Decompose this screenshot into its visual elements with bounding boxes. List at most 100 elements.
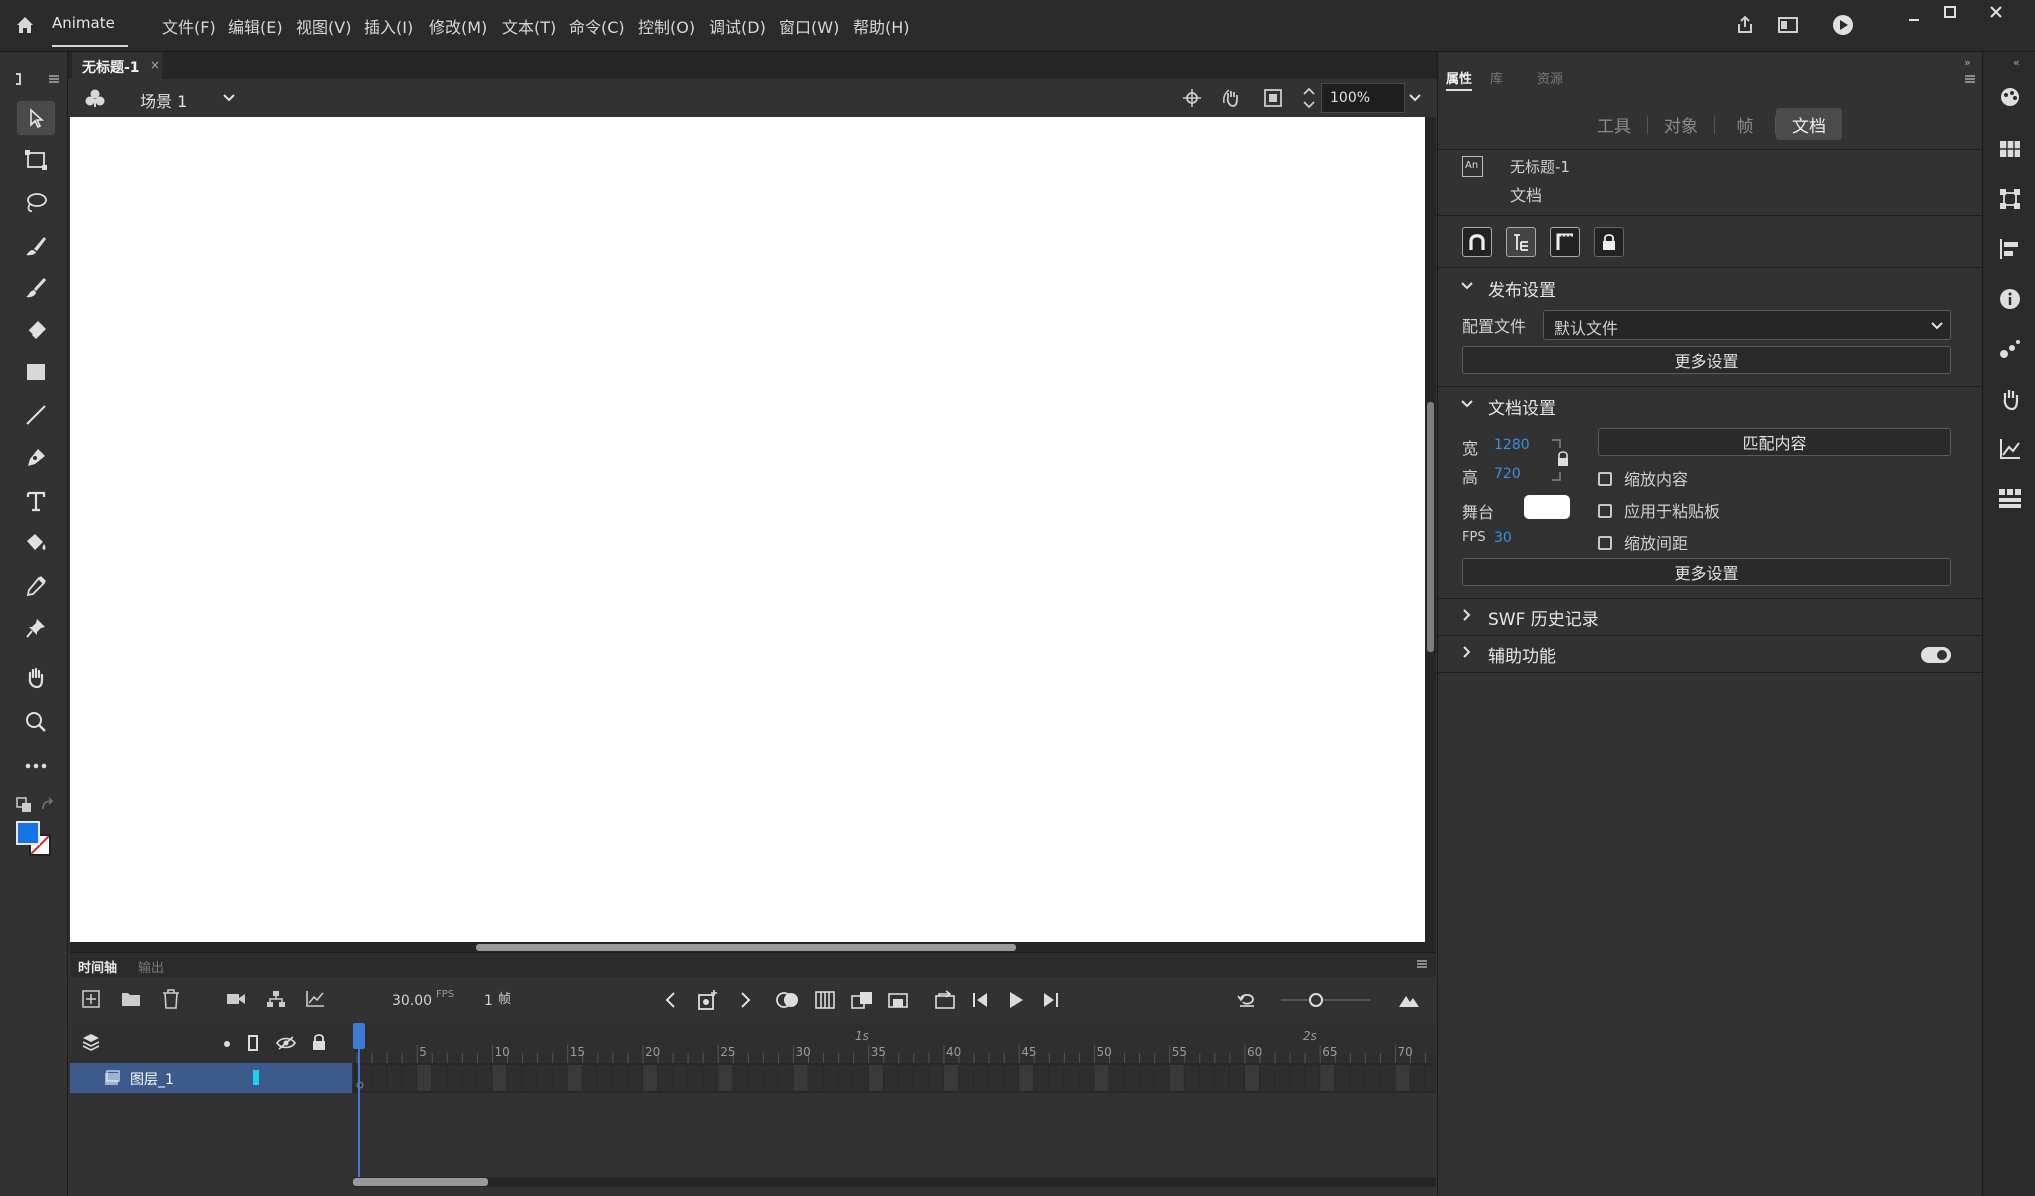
frame-cell[interactable] [1169,1065,1184,1091]
scale-spacing-checkbox[interactable] [1598,536,1612,550]
frame-cell[interactable] [462,1065,477,1091]
frame-cell[interactable] [658,1065,673,1091]
frame-cell[interactable] [1049,1065,1064,1091]
components-panel-icon[interactable] [1997,486,2023,512]
reset-zoom-icon[interactable] [1237,991,1257,1009]
frame-cell[interactable] [1425,1065,1436,1091]
segment-object[interactable]: 对象 [1648,108,1714,140]
frame-cell[interactable] [642,1065,657,1091]
layer-row[interactable]: 图层_1 [70,1063,352,1093]
menu-text[interactable]: 文本(T) [502,14,556,38]
snap-toggle[interactable] [1462,227,1492,257]
frame-cell[interactable] [883,1065,898,1091]
scale-content-checkbox[interactable] [1598,472,1612,486]
accessibility-toggle[interactable] [1921,647,1951,663]
frame-grid[interactable] [353,1063,1436,1093]
zoom-tool[interactable] [17,705,55,739]
line-tool[interactable] [17,398,55,432]
app-name-tab[interactable]: Animate [52,14,115,32]
home-icon[interactable] [14,14,36,36]
frame-cell[interactable] [612,1065,627,1091]
menu-window[interactable]: 窗口(W) [779,14,839,38]
stroke-color-swatch[interactable] [16,821,40,845]
rulers-toggle[interactable] [1550,227,1580,257]
frame-cell[interactable] [1124,1065,1139,1091]
menu-debug[interactable]: 调试(D) [709,14,766,38]
menu-help[interactable]: 帮助(H) [853,14,910,38]
guides-toggle[interactable] [1506,227,1536,257]
doc-settings-collapse-chevron-icon[interactable] [1460,397,1474,411]
frame-cell[interactable] [507,1065,522,1091]
frame-cell[interactable] [1350,1065,1365,1091]
frame-cell[interactable] [793,1065,808,1091]
stage-horizontal-scroll-thumb[interactable] [476,944,1016,951]
swatches-panel-icon[interactable] [1997,136,2023,162]
tab-assets[interactable]: 资源 [1537,68,1563,87]
lock-all-icon[interactable] [312,1033,326,1051]
rotate-stage-icon[interactable] [1221,87,1243,109]
swap-colors-icon[interactable] [40,797,56,813]
frame-cell[interactable] [1320,1065,1335,1091]
lasso-tool[interactable] [17,186,55,220]
menu-control[interactable]: 控制(O) [638,14,695,38]
frame-cell[interactable] [1034,1065,1049,1091]
share-icon[interactable] [1735,15,1755,35]
link-dimensions-icon[interactable] [1550,438,1570,482]
publish-collapse-chevron-icon[interactable] [1460,279,1474,293]
frame-cell[interactable] [838,1065,853,1091]
tab-output[interactable]: 输出 [138,957,164,976]
frame-cell[interactable] [432,1065,447,1091]
frame-cell[interactable] [402,1065,417,1091]
segment-tool[interactable]: 工具 [1581,108,1647,140]
stage-vertical-scroll-thumb[interactable] [1427,402,1434,652]
zoom-dropdown-icon[interactable] [1407,90,1423,106]
frame-cell[interactable] [1335,1065,1350,1091]
timeline-menu-icon[interactable] [1416,959,1428,969]
timeline-zoom-handle[interactable] [1308,992,1324,1008]
step-forward-icon[interactable] [1042,991,1060,1009]
hide-all-eye-icon[interactable] [276,1035,296,1051]
frame-cell[interactable] [1199,1065,1214,1091]
frame-cell[interactable] [928,1065,943,1091]
frame-cell[interactable] [1395,1065,1410,1091]
document-settings-title[interactable]: 文档设置 [1488,394,1556,419]
layers-stack-icon[interactable] [82,1033,100,1051]
frame-cell[interactable] [808,1065,823,1091]
close-window-icon[interactable] [1988,4,2004,20]
stroke-fill-swatches[interactable] [16,821,54,859]
fps-value-field[interactable]: 30 [1494,530,1512,546]
frame-cell[interactable] [943,1065,958,1091]
frame-cell[interactable] [1244,1065,1259,1091]
eraser-tool[interactable] [17,313,55,347]
stage-vertical-scrollbar[interactable] [1425,117,1436,952]
camera-icon[interactable] [226,991,246,1007]
width-value[interactable]: 1280 [1494,437,1530,453]
minimize-icon[interactable] [1906,8,1922,24]
info-panel-icon[interactable] [1997,286,2023,312]
frame-cell[interactable] [1064,1065,1079,1091]
menu-modify[interactable]: 修改(M) [429,14,487,38]
profile-select[interactable]: 默认文件 [1543,310,1951,340]
transform-panel-icon[interactable] [1997,186,2023,212]
collapse-panel-icon[interactable]: » [1964,56,1971,69]
frame-cell[interactable] [853,1065,868,1091]
swf-history-expand-chevron-icon[interactable] [1460,608,1474,622]
layer-parenting-icon[interactable] [266,990,286,1008]
document-tab[interactable]: 无标题-1 × [72,52,162,79]
menu-edit[interactable]: 编辑(E) [228,14,283,38]
timeline-zoom-slider[interactable] [1281,999,1371,1001]
tab-properties[interactable]: 属性 [1446,68,1473,91]
publish-more-settings-button[interactable]: 更多设置 [1462,346,1951,374]
frame-cell[interactable] [567,1065,582,1091]
frame-cell[interactable] [913,1065,928,1091]
frame-cell[interactable] [597,1065,612,1091]
frame-cell[interactable] [703,1065,718,1091]
menu-view[interactable]: 视图(V) [296,14,351,38]
text-tool[interactable] [17,484,55,518]
frame-cell[interactable] [748,1065,763,1091]
stage-color-swatch[interactable] [1524,495,1570,519]
frame-cell[interactable] [1109,1065,1124,1091]
frame-size-icon[interactable] [1398,991,1420,1009]
rectangle-tool[interactable] [17,355,55,389]
segment-document[interactable]: 文档 [1776,108,1842,140]
